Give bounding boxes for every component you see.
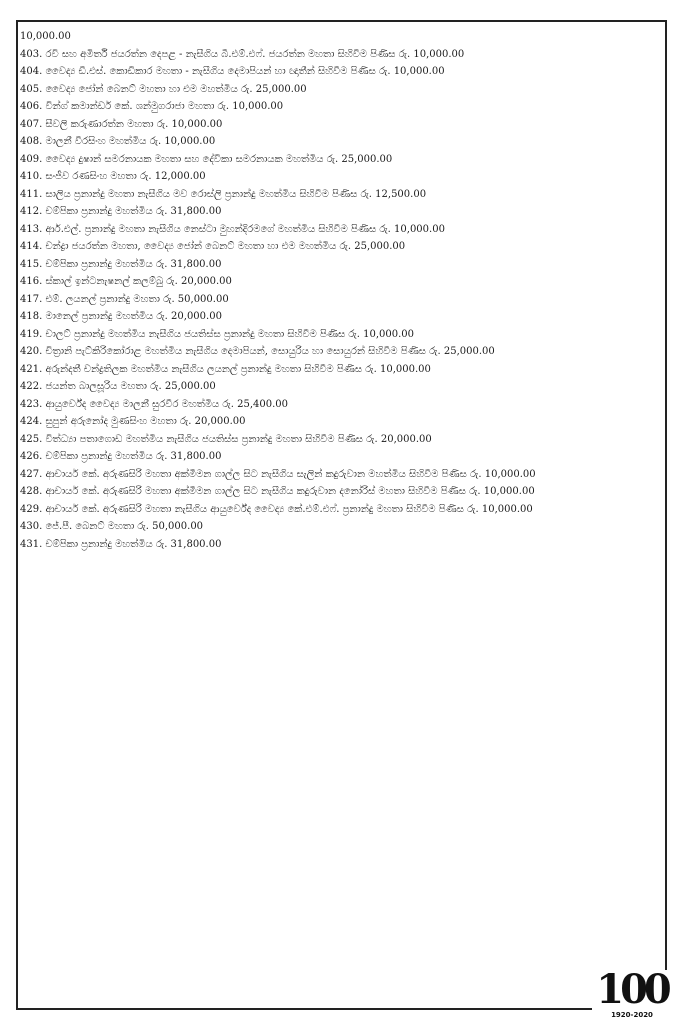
list-item: 413. ආර්.එල්. ප්‍රනාන්දු මහතා නැසීගිය නෙ… bbox=[20, 223, 445, 235]
centenary-logo: 100 1920-2020 bbox=[592, 966, 672, 1019]
list-item: 406. වින්ග් කමාන්ඩර් කේ. ශන්මුගරාජා මහතා… bbox=[20, 101, 284, 112]
logo-number: 100 bbox=[596, 966, 672, 1013]
list-item: 427. ආචාර්ය කේ. අරුණසිරි මහතා අක්මීමන ගා… bbox=[20, 468, 536, 480]
list-item: 417. එම්. ලයනල් ප්‍රනාන්දු මහතා රු. 50,0… bbox=[20, 293, 229, 305]
list-item: 431. චම්පිකා ප්‍රනාන්දු මහත්මිය රු. 31,8… bbox=[20, 538, 222, 550]
list-item: 408. මාලනී වීරසිංහ මහත්මිය රු. 10,000.00 bbox=[20, 136, 216, 147]
list-item: 422. ජයන්ත බාලසූරිය මහතා රු. 25,000.00 bbox=[20, 381, 216, 392]
list-item: 414. චන්ද්‍රා ජයරත්න මහතා, වෛද්‍ය ජෝන් බ… bbox=[20, 241, 406, 252]
list-item: 428. ආචාර්ය කේ. අරුණසිරි මහතා අක්මීමන ගා… bbox=[20, 486, 535, 497]
list-item: 411. සාලිය ප්‍රනාන්දු මහතා නැසීගිය මව රො… bbox=[20, 188, 427, 200]
list-item: 421. අරුන්දතී චන්ද්‍රතිලක මහත්මිය නැසීගි… bbox=[20, 363, 431, 375]
list-item: 426. චම්පිකා ප්‍රනාන්දු මහත්මිය රු. 31,8… bbox=[20, 451, 222, 462]
list-item: 425. විත්ධ්‍යා පතාගොඩ මහත්මිය නැසීගිය ජය… bbox=[20, 433, 432, 445]
list-item: 410. සංජීව රණසිංහ මහතා රු. 12,000.00 bbox=[20, 171, 206, 182]
list-item: 403. රවි සහ අමිර්ති ජයරත්න දෙපළ - නැසීගි… bbox=[20, 48, 465, 60]
list-item: 10,000.00 bbox=[20, 31, 71, 42]
list-item: 409. වෛද්‍ය දුෂාන් සමරනායක මහතා සහ දේවික… bbox=[20, 153, 393, 165]
list-item: 424. සුපුන් අරුනෝද මුණසිංහ මහතා රු. 20,0… bbox=[20, 416, 246, 427]
list-item: 420. චිත්‍රානි පැට්කිරිකෝරාළ මහත්මිය නැස… bbox=[20, 346, 495, 357]
list-item: 415. චම්පිකා ප්‍රනාන්දු මහත්මිය රු. 31,8… bbox=[20, 258, 222, 270]
list-item: 412. චම්පිකා ප්‍රනාන්දු මහත්මිය රු. 31,8… bbox=[20, 206, 222, 217]
list-item: 404. වෛද්‍ය ඩී.එස්. කොඩිකාර මහතා - නැසීග… bbox=[20, 66, 445, 77]
list-item: 419. චාලට් ප්‍රනාන්දු මහත්මිය නැසීගිය ජය… bbox=[20, 328, 415, 340]
list-item: 407. සීවලි කරුණාරත්න මහතා රු. 10,000.00 bbox=[20, 118, 223, 130]
list-item: 418. මානෙල් ප්‍රනාන්දු මහත්මිය රු. 20,00… bbox=[20, 311, 222, 322]
list-item: 430. ජේ.පී. බෙනට් මහතා රු. 50,000.00 bbox=[20, 521, 204, 532]
donation-list: 10,000.00 403. රවි සහ අමිර්ති ජයරත්න දෙප… bbox=[20, 28, 665, 553]
list-item: 416. ස්කාල් ඉන්ටනැෂනල් කලම්බු රු. 20,000… bbox=[20, 276, 232, 287]
list-item: 429. ආචාර්ය කේ. අරුණසිරි මහතා නැසීගිය ආය… bbox=[20, 503, 533, 515]
list-item: 405. වෛද්‍ය ජෝන් බෙනට් මහතා හා එම මහත්මි… bbox=[20, 83, 307, 95]
list-item: 423. ආයුර්වේද වෛද්‍ය මාලනී සුරවීර මහත්මි… bbox=[20, 398, 289, 410]
